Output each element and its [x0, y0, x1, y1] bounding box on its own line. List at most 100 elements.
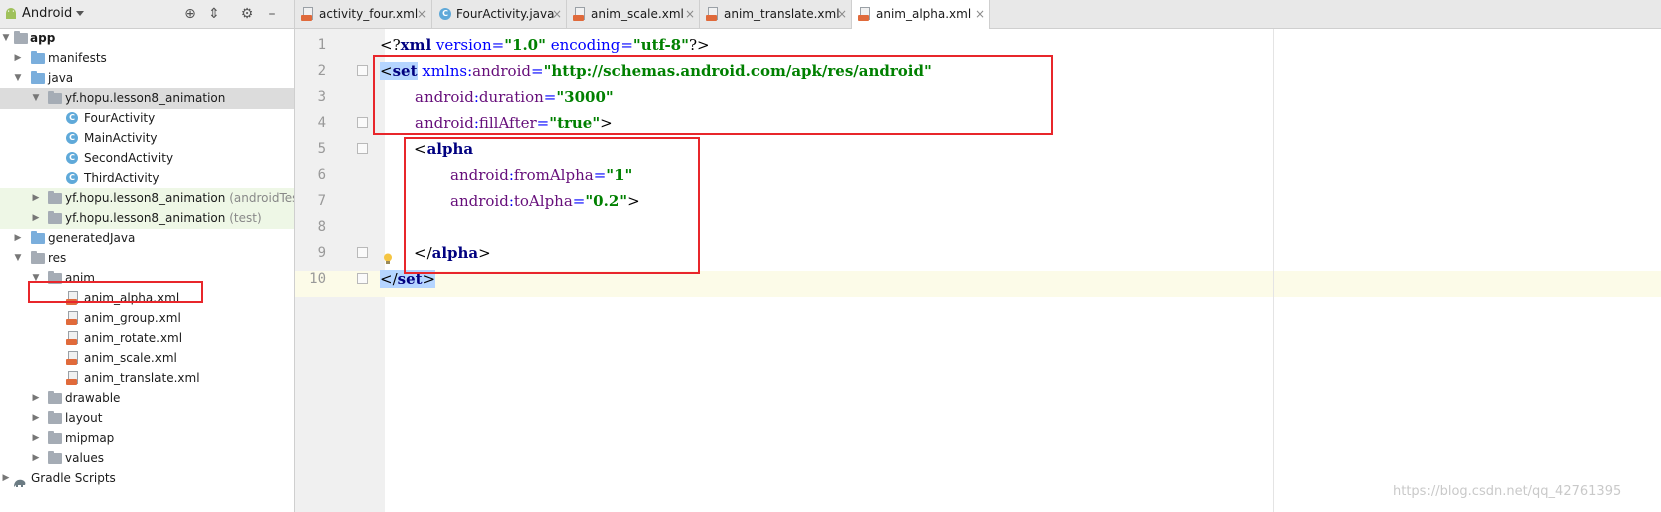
tree-row-xml-file[interactable]: anim_group.xml [0, 308, 294, 329]
lightbulb-icon[interactable] [383, 250, 393, 264]
locate-icon[interactable]: ⊕ [181, 0, 199, 28]
tab-fouractivity-java[interactable]: C FourActivity.java × [432, 0, 567, 28]
tree-row-res[interactable]: ▼ res [0, 248, 294, 269]
close-icon[interactable]: × [837, 0, 847, 28]
collapse-arrow-icon[interactable]: ▶ [30, 448, 42, 469]
close-icon[interactable]: × [685, 0, 695, 28]
close-icon[interactable]: × [552, 0, 562, 28]
xml-file-icon [301, 7, 314, 21]
collapse-arrow-icon[interactable]: ▶ [0, 468, 12, 489]
tree-row-xml-file[interactable]: anim_rotate.xml [0, 328, 294, 349]
tree-label: anim_scale.xml [84, 351, 177, 365]
folder-icon [48, 391, 62, 404]
chevron-down-icon[interactable] [76, 11, 84, 16]
xml-file-icon [706, 7, 719, 21]
project-view-selector[interactable]: Android [22, 6, 72, 21]
expand-arrow-icon[interactable]: ▼ [30, 88, 42, 109]
tab-label: anim_scale.xml [591, 7, 684, 21]
tree-row-android-test[interactable]: ▶ yf.hopu.lesson8_animation (androidTest… [0, 188, 294, 209]
tab-anim-translate-xml[interactable]: anim_translate.xml × [700, 0, 852, 28]
package-icon [48, 191, 62, 204]
tree-row-test[interactable]: ▶ yf.hopu.lesson8_animation (test) [0, 208, 294, 229]
collapse-arrow-icon[interactable]: ▶ [30, 428, 42, 449]
tab-label: FourActivity.java [456, 7, 555, 21]
tree-row-class[interactable]: C FourActivity [0, 108, 294, 129]
tree-row-layout[interactable]: ▶ layout [0, 408, 294, 429]
collapse-arrow-icon[interactable]: ▶ [30, 188, 42, 209]
collapse-arrow-icon[interactable]: ▶ [30, 408, 42, 429]
tab-label: anim_translate.xml [724, 7, 840, 21]
folder-icon [48, 451, 62, 464]
fold-marker-icon[interactable] [357, 143, 368, 154]
tree-label: SecondActivity [84, 151, 174, 165]
xml-file-icon [66, 331, 79, 346]
fold-marker-icon[interactable] [357, 65, 368, 76]
fold-marker-icon[interactable] [357, 117, 368, 128]
collapse-arrow-icon[interactable]: ▶ [12, 228, 24, 249]
expand-arrow-icon[interactable]: ▼ [0, 28, 12, 49]
line-number: 1 [317, 37, 326, 53]
line-number: 8 [317, 219, 326, 235]
tree-label: mipmap [65, 431, 115, 445]
tree-suffix: (test) [229, 211, 262, 225]
tree-suffix: (androidTest) [229, 191, 294, 205]
tab-activity-four-xml[interactable]: activity_four.xml × [295, 0, 432, 28]
fold-marker-icon[interactable] [357, 273, 368, 284]
tree-row-xml-file[interactable]: anim_scale.xml [0, 348, 294, 369]
collapse-arrow-icon[interactable]: ▶ [30, 208, 42, 229]
tree-row-mipmap[interactable]: ▶ mipmap [0, 428, 294, 449]
expand-arrow-icon[interactable]: ▼ [12, 248, 24, 269]
close-icon[interactable]: × [417, 0, 427, 28]
tree-label: ThirdActivity [84, 171, 160, 185]
tree-row-package[interactable]: ▼ yf.hopu.lesson8_animation [0, 88, 294, 109]
tree-row-app[interactable]: ▼ app [0, 28, 294, 49]
tree-label: yf.hopu.lesson8_animation [65, 211, 226, 225]
tree-label: layout [65, 411, 103, 425]
generated-folder-icon [31, 231, 45, 244]
gradle-icon [13, 473, 27, 487]
tree-label: yf.hopu.lesson8_animation [65, 191, 226, 205]
xml-file-icon [66, 371, 79, 386]
expand-arrow-icon[interactable]: ▼ [12, 68, 24, 89]
class-icon: C [66, 132, 78, 144]
right-margin-guide [1273, 29, 1274, 512]
package-icon [48, 211, 62, 224]
tree-row-generated-java[interactable]: ▶ generatedJava [0, 228, 294, 249]
tree-row-manifests[interactable]: ▶ manifests [0, 48, 294, 69]
tab-anim-alpha-xml[interactable]: anim_alpha.xml × [852, 0, 990, 29]
tree-label: generatedJava [48, 231, 136, 245]
tree-row-java[interactable]: ▼ java [0, 68, 294, 89]
tree-row-values[interactable]: ▶ values [0, 448, 294, 469]
line-number: 2 [317, 63, 326, 79]
package-icon [48, 91, 62, 104]
current-line-highlight [295, 271, 1661, 297]
tab-anim-scale-xml[interactable]: anim_scale.xml × [567, 0, 700, 28]
tree-label: anim_rotate.xml [84, 331, 183, 345]
close-icon[interactable]: × [975, 0, 985, 28]
line-number: 6 [317, 167, 326, 183]
android-icon [4, 6, 18, 20]
line-number: 5 [317, 141, 326, 157]
collapse-icon[interactable]: ⇕ [205, 0, 223, 28]
gear-icon[interactable]: ⚙ [238, 0, 256, 28]
fold-marker-icon[interactable] [357, 247, 368, 258]
tree-label: yf.hopu.lesson8_animation [65, 91, 226, 105]
tree-label: Gradle Scripts [31, 471, 116, 485]
tree-label: res [48, 251, 67, 265]
tree-row-class[interactable]: C SecondActivity [0, 148, 294, 169]
collapse-arrow-icon[interactable]: ▶ [12, 48, 24, 69]
line-number: 4 [317, 115, 326, 131]
minimize-icon[interactable]: – [263, 0, 281, 28]
tree-row-class[interactable]: C MainActivity [0, 128, 294, 149]
tree-row-drawable[interactable]: ▶ drawable [0, 388, 294, 409]
collapse-arrow-icon[interactable]: ▶ [30, 388, 42, 409]
tree-row-class[interactable]: C ThirdActivity [0, 168, 294, 189]
xml-file-icon [858, 7, 871, 21]
tree-row-gradle[interactable]: ▶ Gradle Scripts [0, 468, 294, 489]
tree-row-xml-file[interactable]: anim_translate.xml [0, 368, 294, 389]
class-icon: C [66, 152, 78, 164]
annotation-box-anim [28, 281, 203, 303]
xml-file-icon [66, 311, 79, 326]
xml-file-icon [573, 7, 586, 21]
tree-label: anim_translate.xml [84, 371, 200, 385]
